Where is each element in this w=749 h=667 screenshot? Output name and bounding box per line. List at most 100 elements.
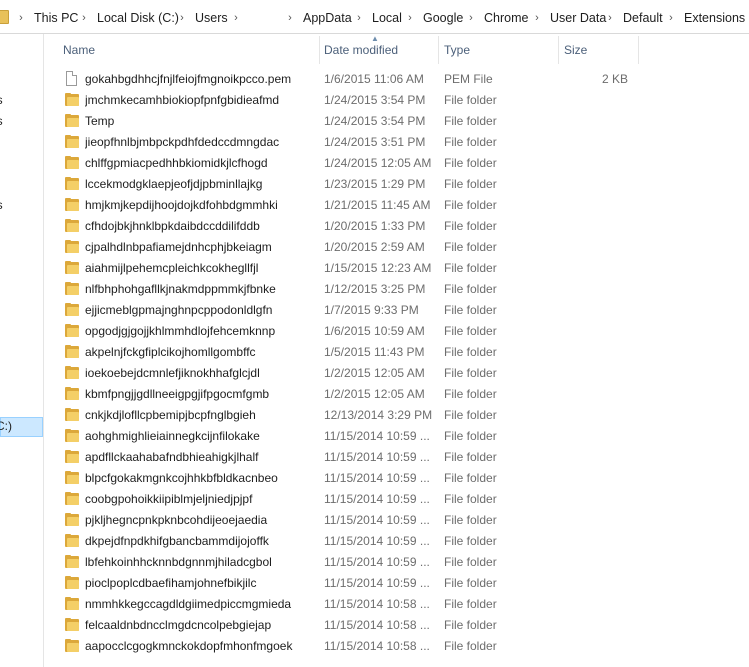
chevron-right-icon[interactable]: ›	[532, 10, 542, 26]
column-divider[interactable]	[438, 36, 439, 64]
breadcrumb-appdata[interactable]: AppData	[303, 10, 352, 26]
file-size	[564, 153, 628, 174]
chevron-right-icon[interactable]: ›	[16, 10, 26, 26]
address-bar[interactable]: › This PC › Local Disk (C:) › Users › › …	[0, 0, 749, 34]
chevron-right-icon[interactable]: ›	[405, 10, 415, 26]
file-date-modified: 11/15/2014 10:59 ...	[324, 429, 430, 443]
file-row[interactable]: lbfehkoinhhcknnbdgnnmjhiladcgbol 11/15/20…	[55, 552, 749, 573]
file-name: nmmhkkegccagdldgiimedpiccmgmieda	[85, 597, 292, 611]
file-row[interactable]: dkpejdfnpdkhifgbancbammdijojoffk 11/15/20…	[55, 531, 749, 552]
file-row[interactable]: chlffgpmiacpedhhbkiomidkjlcfhogd 1/24/201…	[55, 153, 749, 174]
file-row[interactable]: coobgpohoikkiipiblmjeljniedjpjpf 11/15/20…	[55, 489, 749, 510]
breadcrumb-user-data[interactable]: User Data	[550, 10, 606, 26]
file-date-modified: 12/13/2014 3:29 PM	[324, 408, 433, 422]
chevron-right-icon[interactable]: ›	[231, 10, 241, 26]
folder-icon	[65, 93, 79, 106]
file-row[interactable]: ejjicmeblgpmajnghnpcppodonldlgfn 1/7/2015…	[55, 300, 749, 321]
file-row[interactable]: opgodjgjgojjkhlmmhdlojfehcemknnp 1/6/2015…	[55, 321, 749, 342]
nav-item[interactable]: es	[0, 197, 3, 213]
folder-icon-part	[65, 135, 71, 138]
breadcrumb-chrome[interactable]: Chrome	[484, 10, 528, 26]
chevron-right-icon[interactable]: ›	[466, 10, 476, 26]
breadcrumb-user[interactable]	[249, 10, 289, 26]
folder-icon	[65, 366, 79, 379]
file-row[interactable]: Temp 1/24/2015 3:54 PM File folder	[55, 111, 749, 132]
column-divider[interactable]	[558, 36, 559, 64]
column-header-name[interactable]: Name	[63, 40, 95, 60]
file-row[interactable]: aohghmighlieiainnegkcijnfilokake 11/15/20…	[55, 426, 749, 447]
file-row[interactable]: apdfllckaahabafndbhieahigkjlhalf 11/15/20…	[55, 447, 749, 468]
folder-icon	[65, 282, 79, 295]
breadcrumb-google[interactable]: Google	[423, 10, 463, 26]
file-name: felcaaldnbdncclmgdcncolpebgiejap	[85, 618, 272, 632]
file-row[interactable]: kbmfpngjjgdllneeigpgjifpgocmfgmb 1/2/2015…	[55, 384, 749, 405]
folder-icon-part	[67, 223, 79, 232]
chevron-right-icon[interactable]: ›	[177, 10, 187, 26]
file-row[interactable]: aiahmijlpehemcpleichkcokhegllfjl 1/15/201…	[55, 258, 749, 279]
folder-icon-part	[67, 454, 79, 463]
breadcrumb-this-pc[interactable]: This PC	[34, 10, 78, 26]
column-header-date-modified[interactable]: Date modified	[324, 40, 398, 60]
file-name: dkpejdfnpdkhifgbancbammdijojoffk	[85, 534, 269, 548]
file-size	[564, 216, 628, 237]
file-row[interactable]: aapocclcgogkmnckokdopfmhonfmgoek 11/15/20…	[55, 636, 749, 657]
chevron-right-icon[interactable]: ›	[79, 10, 89, 26]
file-type: File folder	[444, 366, 497, 380]
file-name: aapocclcgogkmnckokdopfmhonfmgoek	[85, 639, 293, 653]
folder-icon-part	[65, 429, 71, 432]
file-size	[564, 237, 628, 258]
navigation-pane[interactable]: ls ls es C:)	[0, 34, 44, 667]
file-icon	[66, 71, 77, 86]
column-header-size[interactable]: Size	[564, 40, 587, 60]
breadcrumb-users[interactable]: Users	[195, 10, 228, 26]
folder-icon-part	[67, 517, 79, 526]
file-row[interactable]: jmchmkecamhbiokiopfpnfgbidieafmd 1/24/201…	[55, 90, 749, 111]
file-type: File folder	[444, 345, 497, 359]
file-type: File folder	[444, 597, 497, 611]
folder-icon-part	[67, 265, 79, 274]
file-date-modified: 1/15/2015 12:23 AM	[324, 261, 432, 275]
chevron-right-icon[interactable]: ›	[666, 10, 676, 26]
breadcrumb-local[interactable]: Local	[372, 10, 402, 26]
folder-icon-part	[65, 324, 71, 327]
chevron-right-icon[interactable]: ›	[605, 10, 615, 26]
nav-item[interactable]: ls	[0, 113, 3, 129]
file-row[interactable]: akpelnjfckgfiplcikojhomllgombffc 1/5/2015…	[55, 342, 749, 363]
folder-icon-part	[67, 580, 79, 589]
folder-icon	[65, 408, 79, 421]
file-row[interactable]: lccekmodgklaepjeofjdjpbminllajkg 1/23/201…	[55, 174, 749, 195]
nav-item[interactable]: ls	[0, 92, 3, 108]
file-row[interactable]: nlfbhphohgafllkjnakmdppmmkjfbnke 1/12/201…	[55, 279, 749, 300]
file-size	[564, 594, 628, 615]
breadcrumb-default[interactable]: Default	[623, 10, 663, 26]
file-row[interactable]: cjpalhdlnbpafiamejdnhcphjbkeiagm 1/20/201…	[55, 237, 749, 258]
file-type: File folder	[444, 450, 497, 464]
file-row[interactable]: gokahbgdhhcjfnjlfeiojfmgnoikpcco.pem 1/6/…	[55, 69, 749, 90]
file-row[interactable]: cfhdojbkjhnklbpkdaibdccddilifddb 1/20/201…	[55, 216, 749, 237]
folder-icon-part	[67, 118, 79, 127]
column-divider[interactable]	[638, 36, 639, 64]
file-type: File folder	[444, 93, 497, 107]
file-row[interactable]: nmmhkkegccagdldgiimedpiccmgmieda 11/15/20…	[55, 594, 749, 615]
file-row[interactable]: felcaaldnbdncclmgdcncolpebgiejap 11/15/20…	[55, 615, 749, 636]
column-divider[interactable]	[319, 36, 320, 64]
file-type: File folder	[444, 198, 497, 212]
file-type: File folder	[444, 513, 497, 527]
file-row[interactable]: cnkjkdjlofllcpbemipjbcpfnglbgieh 12/13/20…	[55, 405, 749, 426]
file-row[interactable]: pjkljhegncpnkpknbcohdijeoejaedia 11/15/20…	[55, 510, 749, 531]
file-name: pioclpoplcdbaefihamjohnefbikjilc	[85, 576, 257, 590]
folder-icon-part	[65, 597, 71, 600]
chevron-right-icon[interactable]: ›	[354, 10, 364, 26]
breadcrumb-extensions[interactable]: Extensions	[684, 10, 745, 26]
file-row[interactable]: ioekoebejdcmnlefjiknokhhafglcjdl 1/2/2015…	[55, 363, 749, 384]
breadcrumb-local-disk[interactable]: Local Disk (C:)	[97, 10, 179, 26]
file-row[interactable]: blpcfgokakmgnkcojhhkbfbldkacnbeo 11/15/20…	[55, 468, 749, 489]
chevron-right-icon[interactable]: ›	[285, 10, 295, 26]
file-row[interactable]: pioclpoplcdbaefihamjohnefbikjilc 11/15/20…	[55, 573, 749, 594]
folder-icon	[65, 177, 79, 190]
file-row[interactable]: hmjkmjkepdijhoojdojkdfohbdgmmhki 1/21/201…	[55, 195, 749, 216]
file-date-modified: 11/15/2014 10:58 ...	[324, 618, 430, 632]
file-row[interactable]: jieopfhnlbjmbpckpdhfdedccdmngdac 1/24/201…	[55, 132, 749, 153]
file-size: 2 KB	[601, 72, 628, 86]
column-header-type[interactable]: Type	[444, 40, 470, 60]
